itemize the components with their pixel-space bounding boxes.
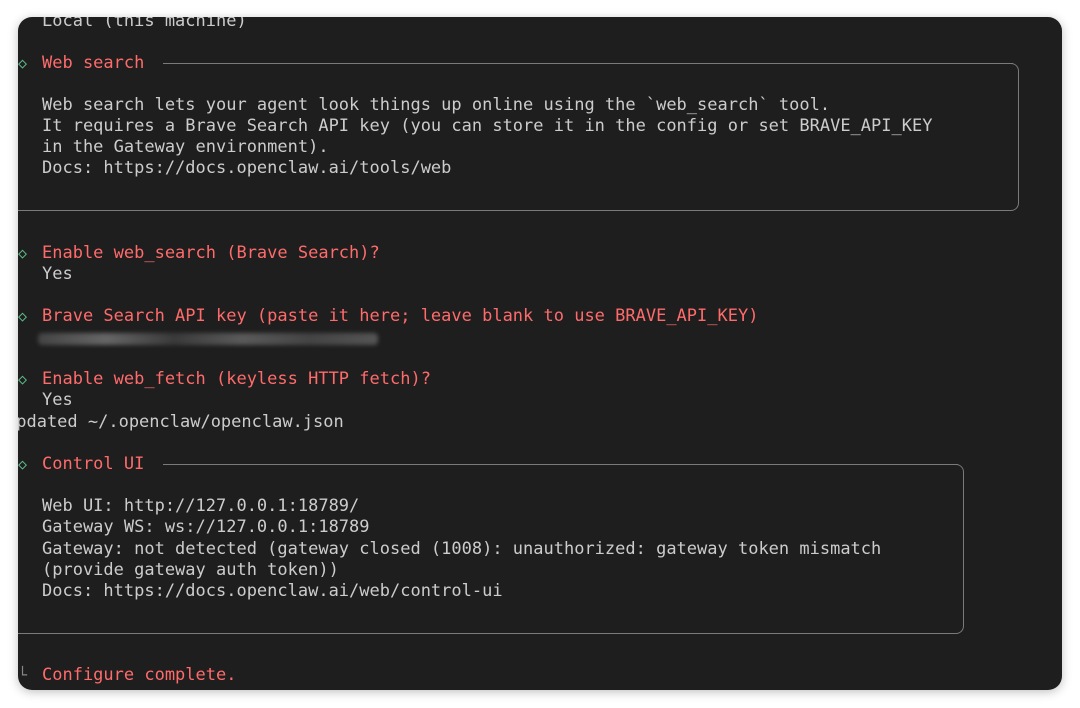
top-cut-line: Local (this machine): [42, 17, 247, 31]
end-marker: └: [18, 666, 28, 684]
terminal-output[interactable]: Local (this machine) ◇ Web search Web se…: [18, 17, 1062, 690]
step-marker: ◇: [18, 244, 28, 262]
terminal-window: Local (this machine) ◇ Web search Web se…: [18, 17, 1062, 690]
step-marker: ◇: [18, 370, 28, 388]
step-marker: ◇: [18, 54, 28, 72]
step-marker: ◇: [18, 307, 28, 325]
web-search-box-top: [163, 63, 1013, 64]
control-ui-docs-link[interactable]: Docs: https://docs.openclaw.ai/web/contr…: [42, 581, 503, 602]
control-ui-box-top: [163, 464, 958, 465]
control-ui-gateway-ws: Gateway WS: ws://127.0.0.1:18789: [42, 517, 370, 537]
redacted-api-key: [38, 333, 378, 345]
prompt-api-key: Brave Search API key (paste it here; lea…: [42, 306, 759, 326]
web-search-line-1: Web search lets your agent look things u…: [42, 95, 831, 115]
web-search-title: Web search: [42, 53, 145, 73]
web-search-docs-link[interactable]: Docs: https://docs.openclaw.ai/tools/web: [42, 158, 451, 179]
step-marker: ◇: [18, 455, 28, 473]
control-ui-title: Control UI: [42, 454, 145, 474]
updated-config-line: Updated ~/.openclaw/openclaw.json: [18, 412, 344, 432]
configure-complete: Configure complete.: [42, 665, 237, 685]
control-ui-gateway-status: Gateway: not detected (gateway closed (1…: [42, 539, 882, 559]
prompt-enable-web-search: Enable web_search (Brave Search)?: [42, 243, 380, 263]
answer-enable-web-search: Yes: [42, 264, 73, 284]
web-search-line-2: It requires a Brave Search API key (you …: [42, 116, 933, 136]
control-ui-web-url[interactable]: Web UI: http://127.0.0.1:18789/: [42, 496, 359, 517]
control-ui-gateway-status-cont: (provide gateway auth token)): [42, 560, 339, 580]
prompt-enable-web-fetch: Enable web_fetch (keyless HTTP fetch)?: [42, 369, 431, 389]
answer-enable-web-fetch: Yes: [42, 390, 73, 410]
web-search-line-3: in the Gateway environment).: [42, 137, 329, 157]
